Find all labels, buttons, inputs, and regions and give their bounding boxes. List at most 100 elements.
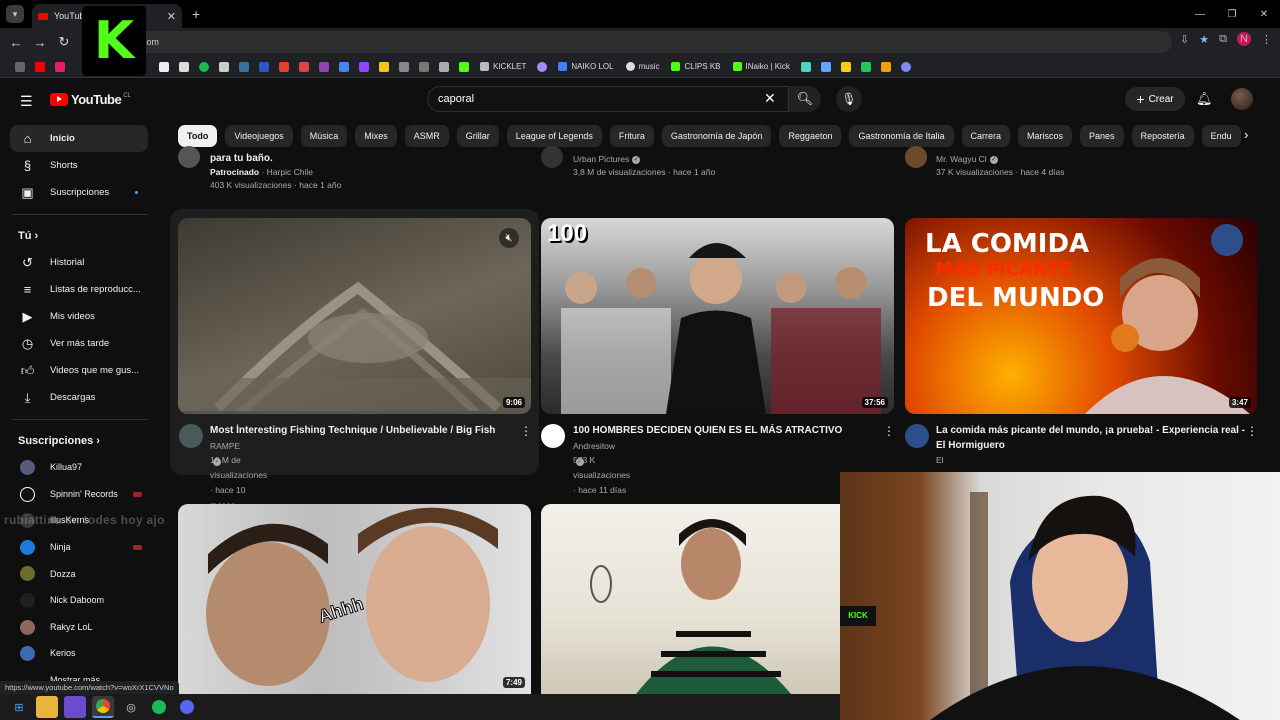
windows-start-icon[interactable]: ⊞ (8, 696, 30, 718)
chip[interactable]: Panes (1080, 125, 1124, 147)
bookmark-icon[interactable] (800, 61, 811, 72)
video-title[interactable]: La comida más picante del mundo, ¡a prue… (936, 423, 1246, 453)
sidebar-item-playlists[interactable]: ≡ Listas de reproducc... (10, 276, 148, 303)
channel-name[interactable]: Andresitow (573, 441, 615, 451)
bookmark-clips-kb[interactable]: CLIPS KB (671, 62, 721, 71)
bookmark-s-icon[interactable] (219, 61, 229, 72)
chip[interactable]: Gastronomía de Japón (661, 125, 772, 147)
bookmark-tiktok-icon[interactable] (179, 61, 189, 72)
obs-icon[interactable]: ◎ (120, 696, 142, 718)
channel-name[interactable]: RAMPE (210, 441, 240, 451)
bookmark-icon[interactable] (259, 61, 269, 72)
chip[interactable]: League of Legends (506, 125, 602, 147)
bookmark-star-icon[interactable]: ★ (1199, 33, 1209, 46)
sidebar-item-descargas[interactable]: ⤓ Descargas (10, 384, 148, 411)
create-button[interactable]: + Crear (1125, 87, 1185, 111)
bookmark-icon[interactable] (319, 61, 329, 72)
sidebar-item-liked-videos[interactable]: 👍︎ Videos que me gus... (10, 357, 148, 384)
forward-icon[interactable]: → (28, 30, 52, 54)
address-bar[interactable]: com (82, 31, 1172, 53)
mute-icon[interactable]: 🔇︎ (499, 228, 519, 248)
bookmark-icon[interactable] (840, 61, 851, 72)
video-thumbnail[interactable]: 100 37:56 (541, 218, 894, 414)
sidebar-item-ver-mas-tarde[interactable]: ◷ Ver más tarde (10, 330, 148, 357)
sidebar-channel[interactable]: Ninja (10, 534, 148, 561)
menu-hamburger-icon[interactable]: ☰ (20, 93, 33, 110)
bookmark-icon[interactable] (900, 61, 911, 72)
sidebar-channel[interactable]: Kerios (10, 640, 148, 667)
bookmark-icon[interactable] (820, 61, 831, 72)
bookmark-icon[interactable] (399, 61, 409, 72)
search-input[interactable]: caporal (427, 86, 789, 112)
channel-avatar[interactable] (178, 146, 200, 168)
bookmark-icon[interactable] (55, 61, 65, 72)
reload-icon[interactable]: ↻ (52, 30, 76, 54)
minimize-icon[interactable]: — (1184, 0, 1216, 28)
tab-close-icon[interactable]: ✕ (167, 10, 176, 23)
chips-next-arrow-icon[interactable]: › (1244, 127, 1248, 142)
sidebar-channel[interactable]: Rakyz LoL (10, 614, 148, 641)
discord-icon[interactable] (176, 696, 198, 718)
video-thumbnail[interactable] (541, 504, 840, 694)
chip[interactable]: Todo (178, 125, 218, 147)
top-row-video[interactable]: Mr. Wagyu Cl ✓ 37 K visualizaciones · hac… (936, 154, 1065, 177)
profile-avatar[interactable]: N (1237, 32, 1251, 46)
chip[interactable]: ASMR (404, 125, 449, 147)
close-window-icon[interactable]: ✕ (1248, 0, 1280, 28)
bookmark-icon[interactable] (880, 61, 891, 72)
chip[interactable]: Fritura (609, 125, 654, 147)
restore-icon[interactable]: ❐ (1216, 0, 1248, 28)
video-title[interactable]: Most İnteresting Fishing Technique / Unb… (210, 423, 510, 438)
chip[interactable]: Mariscos (1018, 125, 1073, 147)
bookmark-icon[interactable] (299, 61, 309, 72)
apps-icon[interactable] (15, 61, 25, 72)
chip[interactable]: Repostería (1131, 125, 1194, 147)
channel-avatar[interactable] (905, 424, 929, 448)
sidebar-channel[interactable]: Dozza (10, 560, 148, 587)
more-options-icon[interactable]: ⋮ (1246, 424, 1258, 438)
top-row-video-ad[interactable]: para tu baño. Patrocinado · Harpic Chile… (210, 153, 341, 190)
sidebar-item-mis-videos[interactable]: ▶ Mis videos (10, 303, 148, 330)
channel-name[interactable]: Mr. Wagyu Cl (936, 154, 987, 164)
channel-avatar[interactable] (541, 146, 563, 168)
bookmark-inaiko-kick[interactable]: INaiko | Kick (732, 62, 790, 71)
more-options-icon[interactable]: ⋮ (520, 424, 532, 438)
channel-avatar[interactable] (179, 424, 203, 448)
video-title[interactable]: para tu baño. (210, 153, 341, 164)
new-tab-button[interactable]: + (192, 6, 200, 22)
bookmark-spotify-icon[interactable] (199, 61, 209, 72)
sidebar-item-shorts[interactable]: § Shorts (10, 152, 148, 179)
bookmark-icon[interactable] (439, 61, 449, 72)
tab-search-button[interactable]: ▾ (6, 5, 24, 23)
chrome-menu-icon[interactable]: ⋮ (1261, 33, 1272, 46)
sidebar-channel[interactable]: Killua97 (10, 454, 148, 481)
file-explorer-icon[interactable] (36, 696, 58, 718)
video-thumbnail[interactable]: Ahhh 7:49 (178, 504, 531, 694)
video-title[interactable]: 100 HOMBRES DECIDEN QUIEN ES EL MÁS ATRA… (573, 423, 873, 438)
chip[interactable]: Reggaeton (779, 125, 842, 147)
channel-avatar[interactable] (905, 146, 927, 168)
bookmark-icon[interactable] (419, 61, 429, 72)
bookmark-icon[interactable] (239, 61, 249, 72)
extensions-icon[interactable]: ⧉ (1219, 33, 1227, 46)
account-avatar[interactable] (1231, 88, 1253, 110)
back-icon[interactable]: ← (4, 30, 28, 54)
voice-search-button[interactable]: 🎙︎ (836, 86, 862, 112)
chip[interactable]: Carrera (961, 125, 1011, 147)
sidebar-channel[interactable]: Spinnin' Records (10, 481, 148, 508)
spotify-icon[interactable] (148, 696, 170, 718)
top-row-video[interactable]: Urban Pictures ✓ 3,8 M de visualizaciones… (573, 154, 715, 177)
bookmark-x-icon[interactable] (159, 61, 169, 72)
bookmark-icon[interactable] (860, 61, 871, 72)
bookmark-icon[interactable] (339, 61, 349, 72)
install-app-icon[interactable]: ⇩ (1180, 33, 1189, 46)
chip[interactable]: Videojuegos (225, 125, 293, 147)
video-thumbnail[interactable]: 🔇︎ 9:06 (178, 218, 531, 414)
sidebar-item-suscripciones[interactable]: ▣ Suscripciones (10, 179, 148, 206)
channel-avatar[interactable] (541, 424, 565, 448)
bookmark-music[interactable]: music (625, 62, 659, 71)
bookmark-youtube-icon[interactable] (35, 61, 45, 72)
sidebar-item-historial[interactable]: ↺ Historial (10, 249, 148, 276)
bookmark-kick-icon[interactable] (459, 61, 469, 72)
sidebar-section-you[interactable]: Tú › (0, 223, 160, 249)
